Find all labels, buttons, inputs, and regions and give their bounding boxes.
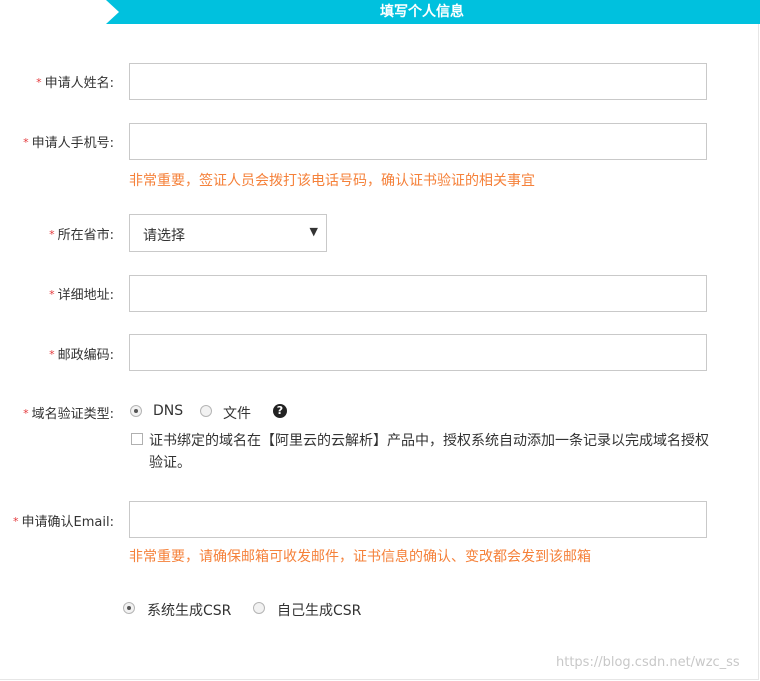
previous-step-segment [0,0,106,24]
required-mark: * [23,136,29,149]
step-header-bar: 填写个人信息 [0,0,760,24]
csr-self-label[interactable]: 自己生成CSR [277,600,361,620]
province-select-value: 请选择 [143,228,185,244]
email-label: * 申请确认Email: [13,515,114,530]
csr-system-label[interactable]: 系统生成CSR [147,600,231,620]
required-mark: * [36,76,42,89]
address-input[interactable] [129,275,707,312]
province-select[interactable]: 请选择 ▼ [129,214,327,252]
email-input[interactable] [129,501,707,538]
auto-dns-text: 证书绑定的域名在【阿里云的云解析】产品中，授权系统自动添加一条记录以完成域名授权… [149,433,709,471]
postcode-label: * 邮政编码: [49,348,114,363]
step-title: 填写个人信息 [380,4,464,20]
province-label: * 所在省市: [49,228,114,243]
required-mark: * [49,348,55,361]
watermark: https://blog.csdn.net/wzc_ss [556,655,740,670]
phone-hint: 非常重要，签证人员会拨打该电话号码，确认证书验证的相关事宜 [129,173,535,189]
verify-dns-radio[interactable] [130,405,142,417]
domain-verify-label: * 域名验证类型: [23,407,114,422]
verify-file-label[interactable]: 文件 [223,403,251,423]
phone-label: * 申请人手机号: [23,136,114,151]
step-arrow-icon [106,0,119,24]
email-hint: 非常重要，请确保邮箱可收发邮件，证书信息的确认、变改都会发到该邮箱 [129,549,591,565]
csr-system-radio[interactable] [123,602,135,614]
phone-input[interactable] [129,123,707,160]
caret-down-icon: ▼ [309,225,318,238]
required-mark: * [49,288,55,301]
name-label: * 申请人姓名: [36,76,114,91]
required-mark: * [49,228,55,241]
address-label: * 详细地址: [49,288,114,303]
verify-dns-label[interactable]: DNS [153,403,183,419]
csr-self-radio[interactable] [253,602,265,614]
verify-file-radio[interactable] [200,405,212,417]
required-mark: * [13,515,19,528]
postcode-input[interactable] [129,334,707,371]
required-mark: * [23,407,29,420]
auto-dns-checkbox[interactable] [131,433,143,445]
help-icon[interactable]: ? [273,404,287,418]
name-input[interactable] [129,63,707,100]
